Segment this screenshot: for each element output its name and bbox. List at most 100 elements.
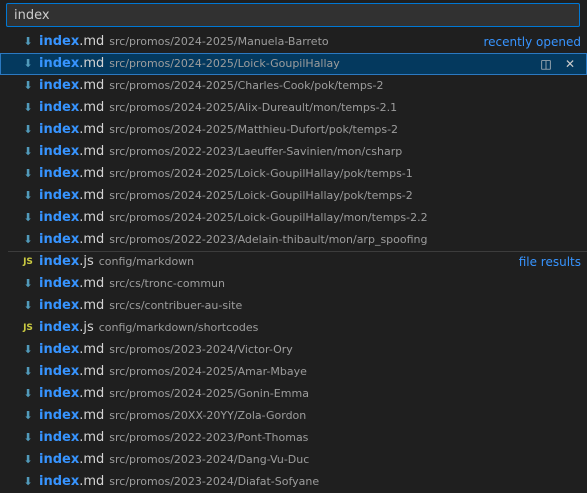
quick-open-result-row[interactable]: JS index.js config/markdown/shortcodes [0,317,587,339]
markdown-icon: ⬇ [23,387,33,400]
result-file-basename: index [39,122,80,137]
markdown-icon: ⬇ [23,365,33,378]
result-file-basename: index [39,34,80,49]
quick-open-input-container [6,3,580,27]
javascript-icon: JS [23,257,33,267]
result-file-extension: .md [79,364,105,379]
result-file-extension: .md [79,474,105,489]
result-file-extension: .md [79,408,105,423]
result-file-extension: .md [79,276,105,291]
result-file-extension: .md [79,232,105,247]
quick-open-result-row[interactable]: ⬇ index.md src/cs/tronc-commun [0,273,587,295]
result-file-extension: .md [79,188,105,203]
quick-open-result-row[interactable]: ⬇ index.md src/promos/2024-2025/Amar-Mbaye [0,361,587,383]
quick-open-result-row[interactable]: ⬇ index.md src/promos/2023-2024/Diafat-Sof… [0,471,587,493]
result-file-extension: .md [79,386,105,401]
split-editor-icon[interactable]: ◫ [537,53,555,75]
markdown-icon: ⬇ [23,277,33,290]
result-file-name: index.md [39,100,104,115]
result-file-path: src/promos/2022-2023/Laeuffer-Savinien/m… [109,145,403,158]
markdown-icon: ⬇ [23,409,33,422]
result-file-basename: index [39,342,80,357]
quick-open-result-row[interactable]: ⬇ index.md src/promos/2024-2025/Loick-Goup… [0,207,587,229]
result-group-label: recently opened [483,35,581,49]
result-file-name: index.md [39,298,104,313]
quick-open-result-row[interactable]: ⬇ index.md src/promos/2024-2025/Charles-Co… [0,75,587,97]
result-file-basename: index [39,56,80,71]
result-file-path: src/promos/2024-2025/Loick-GoupilHallay/… [109,167,413,180]
result-file-path: src/promos/2024-2025/Charles-Cook/pok/te… [109,79,384,92]
markdown-icon: ⬇ [23,453,33,466]
quick-open-result-row[interactable]: ⬇ index.md src/promos/20XX-20YY/Zola-Gordo… [0,405,587,427]
close-icon[interactable]: ✕ [561,53,579,75]
result-file-basename: index [39,254,80,269]
result-file-name: index.md [39,166,104,181]
quick-open-result-row[interactable]: ⬇ index.md src/promos/2024-2025/Loick-Goup… [0,53,587,75]
result-file-extension: .md [79,210,105,225]
result-file-name: index.md [39,452,104,467]
result-file-basename: index [39,100,80,115]
quick-open-results-list: ⬇ index.md src/promos/2024-2025/Manuela-Ba… [0,31,587,493]
quick-open-result-row[interactable]: ⬇ index.md src/promos/2024-2025/Gonin-Emma [0,383,587,405]
result-file-extension: .md [79,342,105,357]
result-file-extension: .js [79,254,94,269]
result-file-basename: index [39,210,80,225]
quick-open-result-row[interactable]: JS index.js config/markdown file results [0,251,587,273]
quick-open-result-row[interactable]: ⬇ index.md src/promos/2024-2025/Matthieu-D… [0,119,587,141]
result-file-path: src/promos/2024-2025/Amar-Mbaye [109,365,307,378]
result-file-path: src/promos/2024-2025/Loick-GoupilHallay/… [109,189,413,202]
quick-open-result-row[interactable]: ⬇ index.md src/promos/2024-2025/Loick-Goup… [0,185,587,207]
result-file-path: src/promos/2023-2024/Diafat-Sofyane [109,475,320,488]
row-actions: ◫ ✕ [531,53,579,76]
javascript-icon: JS [23,323,33,333]
result-file-path: src/promos/2023-2024/Dang-Vu-Duc [109,453,310,466]
result-file-name: index.md [39,34,104,49]
result-file-name: index.md [39,78,104,93]
markdown-icon: ⬇ [23,35,33,48]
result-file-path: config/markdown/shortcodes [98,321,259,334]
result-file-extension: .md [79,34,105,49]
result-file-basename: index [39,386,80,401]
result-file-extension: .md [79,166,105,181]
quick-open-result-row[interactable]: ⬇ index.md src/promos/2023-2024/Dang-Vu-Du… [0,449,587,471]
quick-open-result-row[interactable]: ⬇ index.md src/promos/2022-2023/Pont-Thoma… [0,427,587,449]
result-file-basename: index [39,320,80,335]
result-group-label: file results [518,255,581,269]
result-file-extension: .js [79,320,94,335]
markdown-icon: ⬇ [23,211,33,224]
quick-open-search-input[interactable] [7,4,579,26]
result-file-path: src/promos/2024-2025/Manuela-Barreto [109,35,329,48]
markdown-icon: ⬇ [23,167,33,180]
quick-open-result-row[interactable]: ⬇ index.md src/promos/2024-2025/Alix-Durea… [0,97,587,119]
result-file-path: src/promos/2024-2025/Loick-GoupilHallay [109,57,340,70]
quick-open-result-row[interactable]: ⬇ index.md src/promos/2024-2025/Manuela-Ba… [0,31,587,53]
result-file-name: index.md [39,122,104,137]
result-file-basename: index [39,276,80,291]
result-file-extension: .md [79,122,105,137]
quick-open-result-row[interactable]: ⬇ index.md src/promos/2022-2023/Adelain-th… [0,229,587,251]
quick-open-result-row[interactable]: ⬇ index.md src/promos/2024-2025/Loick-Goup… [0,163,587,185]
markdown-icon: ⬇ [23,189,33,202]
result-file-basename: index [39,430,80,445]
result-file-name: index.md [39,56,104,71]
result-file-basename: index [39,474,80,489]
quick-open-result-row[interactable]: ⬇ index.md src/cs/contribuer-au-site [0,295,587,317]
result-file-name: index.md [39,210,104,225]
result-file-name: index.md [39,188,104,203]
markdown-icon: ⬇ [23,299,33,312]
result-file-basename: index [39,144,80,159]
result-file-basename: index [39,452,80,467]
result-file-name: index.md [39,342,104,357]
result-file-extension: .md [79,430,105,445]
markdown-icon: ⬇ [23,343,33,356]
result-file-path: src/promos/2024-2025/Alix-Dureault/mon/t… [109,101,398,114]
result-file-name: index.md [39,232,104,247]
markdown-icon: ⬇ [23,431,33,444]
result-file-extension: .md [79,100,105,115]
quick-open-result-row[interactable]: ⬇ index.md src/promos/2023-2024/Victor-Ory [0,339,587,361]
result-file-name: index.md [39,386,104,401]
result-file-name: index.js [39,254,94,269]
result-file-basename: index [39,408,80,423]
result-file-path: src/cs/tronc-commun [109,277,225,290]
quick-open-result-row[interactable]: ⬇ index.md src/promos/2022-2023/Laeuffer-S… [0,141,587,163]
